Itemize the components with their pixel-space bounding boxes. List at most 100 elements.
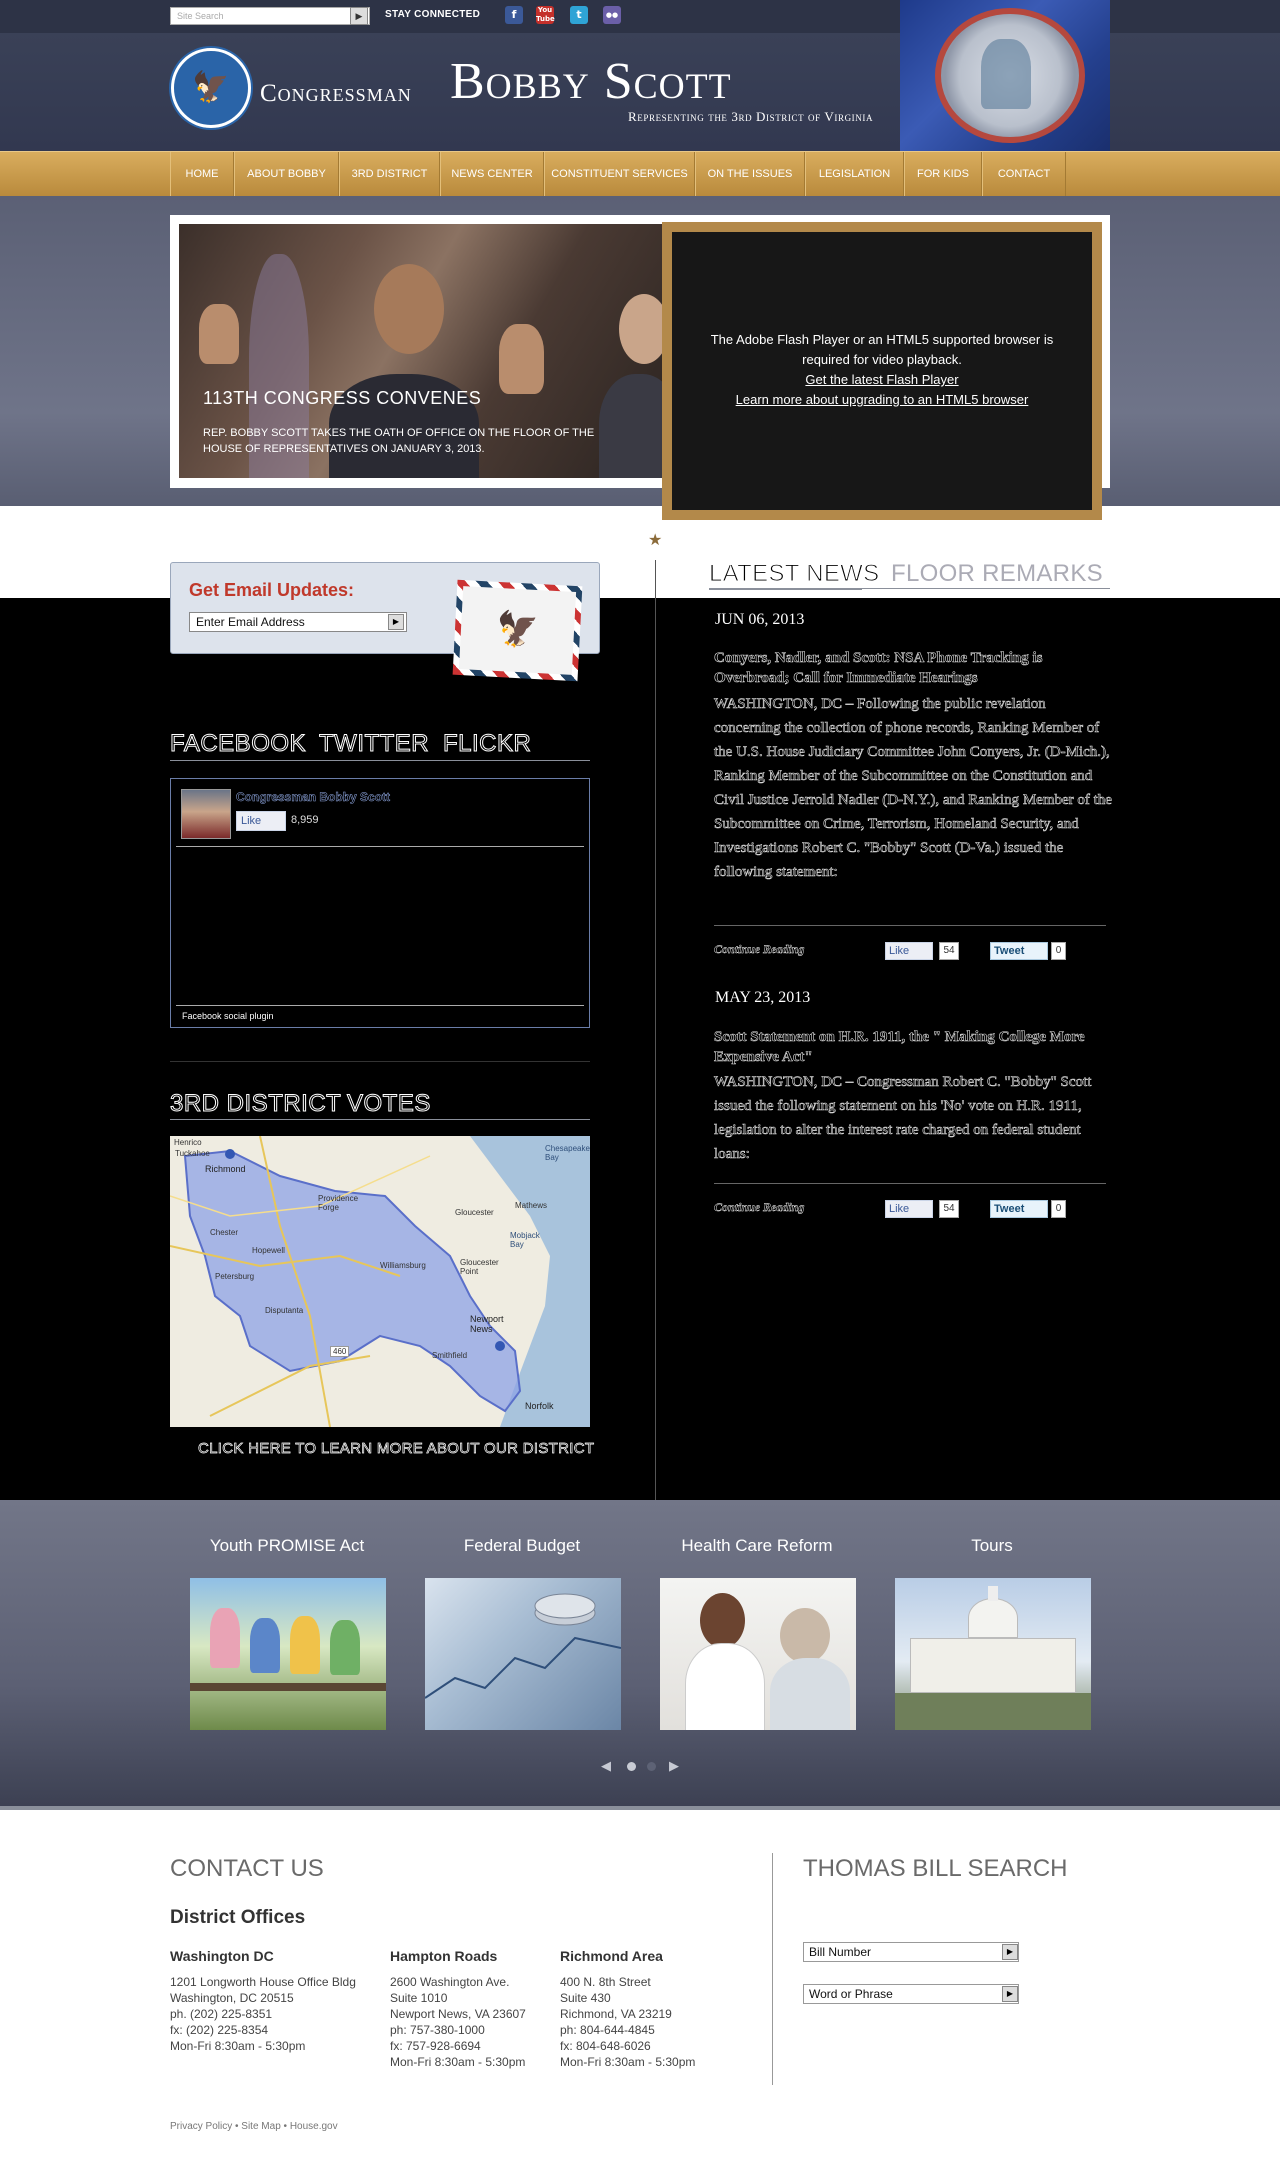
site-search-input[interactable]: Site Search bbox=[170, 7, 370, 25]
continue-reading-link[interactable]: Continue Reading bbox=[714, 1200, 805, 1215]
office-line: Richmond, VA 23219 bbox=[560, 2007, 672, 2021]
carousel-dot-2[interactable] bbox=[647, 1762, 656, 1771]
carousel-next-button[interactable]: ▶ bbox=[669, 1758, 679, 1774]
tab-facebook[interactable]: FACEBOOK bbox=[169, 730, 306, 758]
nav-about-bobby[interactable]: ABOUT BOBBY bbox=[234, 152, 339, 197]
footer-top-rule bbox=[0, 1806, 1280, 1810]
office-line: Mon-Fri 8:30am - 5:30pm bbox=[170, 2039, 306, 2053]
twitter-icon[interactable]: t bbox=[570, 6, 588, 24]
email-signup-title: Get Email Updates: bbox=[189, 580, 355, 600]
nav-home[interactable]: HOME bbox=[170, 152, 234, 197]
budget-chart-graphic bbox=[425, 1593, 621, 1699]
news-tweet-button[interactable]: Tweet bbox=[990, 1200, 1048, 1218]
word-phrase-submit[interactable]: ▶ bbox=[1002, 1986, 1018, 2002]
congress-seal-logo[interactable]: 🦅 bbox=[171, 48, 251, 128]
office-name-richmond: Richmond Area bbox=[560, 1948, 663, 1964]
html5-browser-link[interactable]: Learn more about upgrading to an HTML5 b… bbox=[672, 390, 1092, 410]
map-label-petersburg: Petersburg bbox=[215, 1272, 255, 1281]
office-line: 2600 Washington Ave. bbox=[390, 1975, 510, 1989]
nav-3rd-district[interactable]: 3RD DISTRICT bbox=[339, 152, 440, 197]
map-label-mathews: Mathews bbox=[515, 1201, 548, 1210]
footer-links[interactable]: Privacy Policy • Site Map • House.gov bbox=[170, 2121, 338, 2132]
tab-3rd-district[interactable]: 3RD DISTRICT bbox=[169, 1090, 341, 1118]
word-phrase-input[interactable]: Word or Phrase bbox=[803, 1984, 1019, 2004]
feature-image-tours[interactable] bbox=[895, 1578, 1091, 1730]
facebook-widget-rule bbox=[176, 846, 584, 847]
news-headline[interactable]: Scott Statement on H.R. 1911, the " Maki… bbox=[714, 1027, 1114, 1067]
facebook-icon[interactable]: f bbox=[505, 6, 523, 24]
facebook-plugin-link[interactable]: Facebook social plugin bbox=[182, 1011, 274, 1021]
office-line: ph: 804-644-4845 bbox=[560, 2023, 655, 2037]
news-headline[interactable]: Conyers, Nadler, and Scott: NSA Phone Tr… bbox=[714, 648, 1114, 688]
office-name-hampton-roads: Hampton Roads bbox=[390, 1948, 498, 1964]
thomas-bill-search-title: THOMAS BILL SEARCH bbox=[803, 1855, 1068, 1882]
feature-title-tours[interactable]: Tours bbox=[892, 1536, 1092, 1556]
section-rule bbox=[170, 1061, 590, 1062]
office-line: Mon-Fri 8:30am - 5:30pm bbox=[560, 2055, 696, 2069]
title-name[interactable]: Bobby Scott bbox=[450, 52, 732, 111]
tab-twitter[interactable]: TWITTER bbox=[318, 730, 429, 758]
district-map-link[interactable]: CLICK HERE TO LEARN MORE ABOUT OUR DISTR… bbox=[198, 1440, 595, 1458]
nav-contact[interactable]: CONTACT bbox=[982, 152, 1066, 197]
feature-title-federal-budget[interactable]: Federal Budget bbox=[422, 1536, 622, 1556]
carousel-dot-1[interactable] bbox=[627, 1762, 636, 1771]
tab-flickr[interactable]: FLICKR bbox=[442, 730, 531, 758]
news-tweet-count: 0 bbox=[1051, 942, 1066, 960]
site-search-button[interactable]: ▶ bbox=[350, 7, 368, 25]
nav-constituent-services[interactable]: CONSTITUENT SERVICES bbox=[544, 152, 695, 197]
district-offices-title: District Offices bbox=[170, 1907, 306, 1928]
nav-for-kids[interactable]: FOR KIDS bbox=[904, 152, 982, 197]
bill-number-input[interactable]: Bill Number bbox=[803, 1942, 1019, 1962]
facebook-page-name[interactable]: Congressman Bobby Scott bbox=[236, 790, 391, 805]
nav-news-center[interactable]: NEWS CENTER bbox=[440, 152, 544, 197]
news-like-button[interactable]: Like bbox=[885, 1200, 933, 1218]
district-map[interactable]: Henrico Tuckahoe Richmond Chester Hopewe… bbox=[170, 1136, 590, 1427]
feature-title-youth-promise[interactable]: Youth PROMISE Act bbox=[187, 1536, 387, 1556]
main-nav: HOME ABOUT BOBBY 3RD DISTRICT NEWS CENTE… bbox=[0, 151, 1280, 197]
map-route-shield: 460 bbox=[330, 1346, 350, 1357]
page: Site Search ▶ STAY CONNECTED f You Tube t… bbox=[0, 0, 1280, 2168]
facebook-like-button[interactable]: Like bbox=[236, 811, 286, 831]
tab-floor-remarks[interactable]: FLOOR REMARKS bbox=[891, 560, 1103, 588]
feature-image-federal-budget[interactable] bbox=[425, 1578, 621, 1730]
map-label-tuckahoe: Tuckahoe bbox=[175, 1149, 210, 1158]
tab-votes[interactable]: VOTES bbox=[347, 1090, 431, 1118]
continue-reading-link[interactable]: Continue Reading bbox=[714, 942, 805, 957]
carousel-prev-button[interactable]: ◀ bbox=[601, 1758, 611, 1774]
news-tweet-button[interactable]: Tweet bbox=[990, 942, 1048, 960]
news-item-rule bbox=[714, 1183, 1106, 1184]
email-input[interactable]: Enter Email Address bbox=[189, 612, 407, 632]
map-label-chester: Chester bbox=[210, 1228, 239, 1237]
video-message-line-1: The Adobe Flash Player or an HTML5 suppo… bbox=[710, 332, 1054, 347]
news-like-count: 54 bbox=[939, 942, 959, 960]
office-line: 1201 Longworth House Office Bldg bbox=[170, 1975, 356, 1989]
office-line: fx: 804-648-6026 bbox=[560, 2039, 651, 2053]
contact-us-title: CONTACT US bbox=[170, 1855, 324, 1882]
facebook-widget bbox=[170, 778, 590, 1028]
map-label-mobjack-bay: Mobjack Bay bbox=[510, 1231, 540, 1249]
facebook-like-count: 8,959 bbox=[291, 814, 319, 826]
nav-on-the-issues[interactable]: ON THE ISSUES bbox=[695, 152, 805, 197]
footer-divider bbox=[772, 1853, 773, 2085]
feature-image-health-care[interactable] bbox=[660, 1578, 856, 1730]
feature-title-health-care[interactable]: Health Care Reform bbox=[657, 1536, 857, 1556]
youtube-icon[interactable]: You Tube bbox=[536, 6, 555, 24]
news-like-button[interactable]: Like bbox=[885, 942, 933, 960]
office-line: Washington, DC 20515 bbox=[170, 1991, 294, 2005]
office-line: Mon-Fri 8:30am - 5:30pm bbox=[390, 2055, 526, 2069]
envelope-icon: 🦅 bbox=[452, 579, 583, 682]
video-player[interactable]: The Adobe Flash Player or an HTML5 suppo… bbox=[672, 232, 1092, 510]
bill-number-submit[interactable]: ▶ bbox=[1002, 1944, 1018, 1960]
office-line: Newport News, VA 23607 bbox=[390, 2007, 526, 2021]
facebook-avatar[interactable] bbox=[181, 789, 231, 839]
nav-legislation[interactable]: LEGISLATION bbox=[805, 152, 904, 197]
office-name-washington: Washington DC bbox=[170, 1948, 274, 1964]
feature-image-youth-promise[interactable] bbox=[190, 1578, 386, 1730]
latest-news-underline bbox=[709, 588, 862, 590]
flash-player-link[interactable]: Get the latest Flash Player bbox=[672, 370, 1092, 390]
flickr-icon[interactable]: ●● bbox=[603, 6, 621, 24]
email-submit-button[interactable]: ▶ bbox=[388, 614, 404, 630]
tab-latest-news[interactable]: LATEST NEWS bbox=[708, 560, 879, 588]
map-label-smithfield: Smithfield bbox=[432, 1351, 468, 1360]
office-line: Suite 1010 bbox=[390, 1991, 448, 2005]
